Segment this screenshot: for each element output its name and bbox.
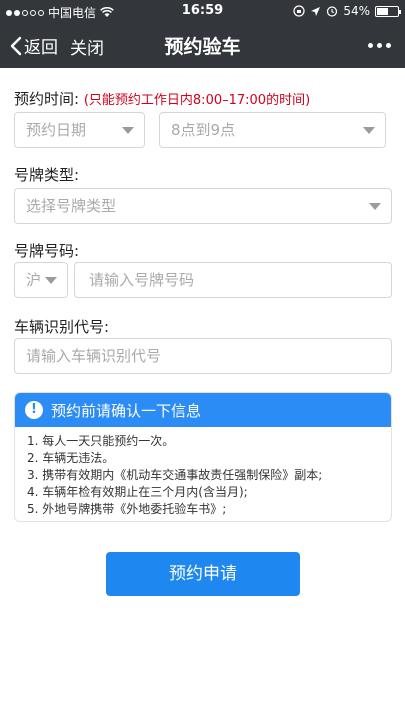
list-item: 3. 携带有效期内《机动车交通事故责任强制保险》副本; (27, 468, 323, 482)
submit-button[interactable]: 预约申请 (106, 552, 300, 596)
plate-number-label: 号牌号码: (14, 242, 80, 260)
appointment-time-label-text: 预约时间: (14, 90, 80, 108)
status-bar: 中国电信 16:59 54% (0, 0, 405, 22)
list-item: 4. 车辆年检有效期止在三个月内(含当月); (27, 485, 248, 499)
vin-input[interactable] (14, 338, 392, 374)
plate-type-placeholder: 选择号牌类型 (26, 197, 117, 215)
notice-title: 预约前请确认一下信息 (51, 401, 202, 420)
vin-label: 车辆识别代号: (14, 318, 110, 336)
status-right: 54% (293, 4, 401, 18)
appointment-date-select[interactable]: 预约日期 (14, 112, 145, 148)
back-label: 返回 (24, 38, 58, 58)
plate-prefix-select[interactable]: 沪 (14, 262, 68, 298)
plate-prefix-value: 沪 (26, 271, 42, 289)
alarm-icon (327, 6, 338, 17)
chevron-down-icon (122, 127, 134, 134)
chevron-down-icon (363, 127, 375, 134)
appointment-time-select[interactable]: 8点到9点 (159, 112, 386, 148)
list-item: 5. 外地号牌携带《外地委托验车书》; (27, 502, 227, 516)
location-icon (311, 6, 321, 16)
appointment-time-value: 8点到9点 (171, 121, 236, 139)
more-dot (368, 43, 373, 48)
battery-icon (375, 5, 401, 17)
top-bar: 中国电信 16:59 54% 返回 关闭 预约验车 (0, 0, 405, 68)
appointment-date-placeholder: 预约日期 (26, 121, 87, 139)
notice-box: ! 预约前请确认一下信息 1. 每人一天只能预约一次。 2. 车辆无违法。 3.… (14, 392, 392, 522)
more-dot (377, 43, 382, 48)
chevron-down-icon (369, 203, 381, 210)
appointment-time-label: 预约时间: (只能预约工作日内8:00–17:00的时间) (14, 88, 310, 109)
more-dot (386, 43, 391, 48)
exclamation-icon: ! (25, 401, 43, 419)
page-title: 预约验车 (164, 36, 241, 58)
nav-bar: 返回 关闭 预约验车 (0, 22, 405, 68)
notice-header: ! 预约前请确认一下信息 (15, 393, 391, 427)
list-item: 1. 每人一天只能预约一次。 (27, 434, 175, 448)
battery-fill (377, 7, 388, 15)
plate-number-input[interactable] (74, 262, 392, 298)
plate-type-select[interactable]: 选择号牌类型 (14, 188, 392, 224)
close-button[interactable]: 关闭 (70, 34, 104, 59)
plate-type-label: 号牌类型: (14, 166, 80, 184)
more-menu-icon[interactable] (368, 43, 391, 48)
appointment-time-hint: (只能预约工作日内8:00–17:00的时间) (83, 93, 311, 108)
back-button[interactable]: 返回 (10, 33, 58, 58)
notice-list: 1. 每人一天只能预约一次。 2. 车辆无违法。 3. 携带有效期内《机动车交通… (15, 427, 391, 518)
chevron-down-icon (45, 277, 57, 284)
chevron-left-icon (10, 36, 22, 55)
battery-percent: 54% (343, 4, 370, 18)
rotation-lock-icon (293, 5, 305, 17)
list-item: 2. 车辆无违法。 (27, 451, 115, 465)
form-content: 预约时间: (只能预约工作日内8:00–17:00的时间) 预约日期 8点到9点… (0, 68, 405, 720)
battery-tip (399, 9, 401, 14)
